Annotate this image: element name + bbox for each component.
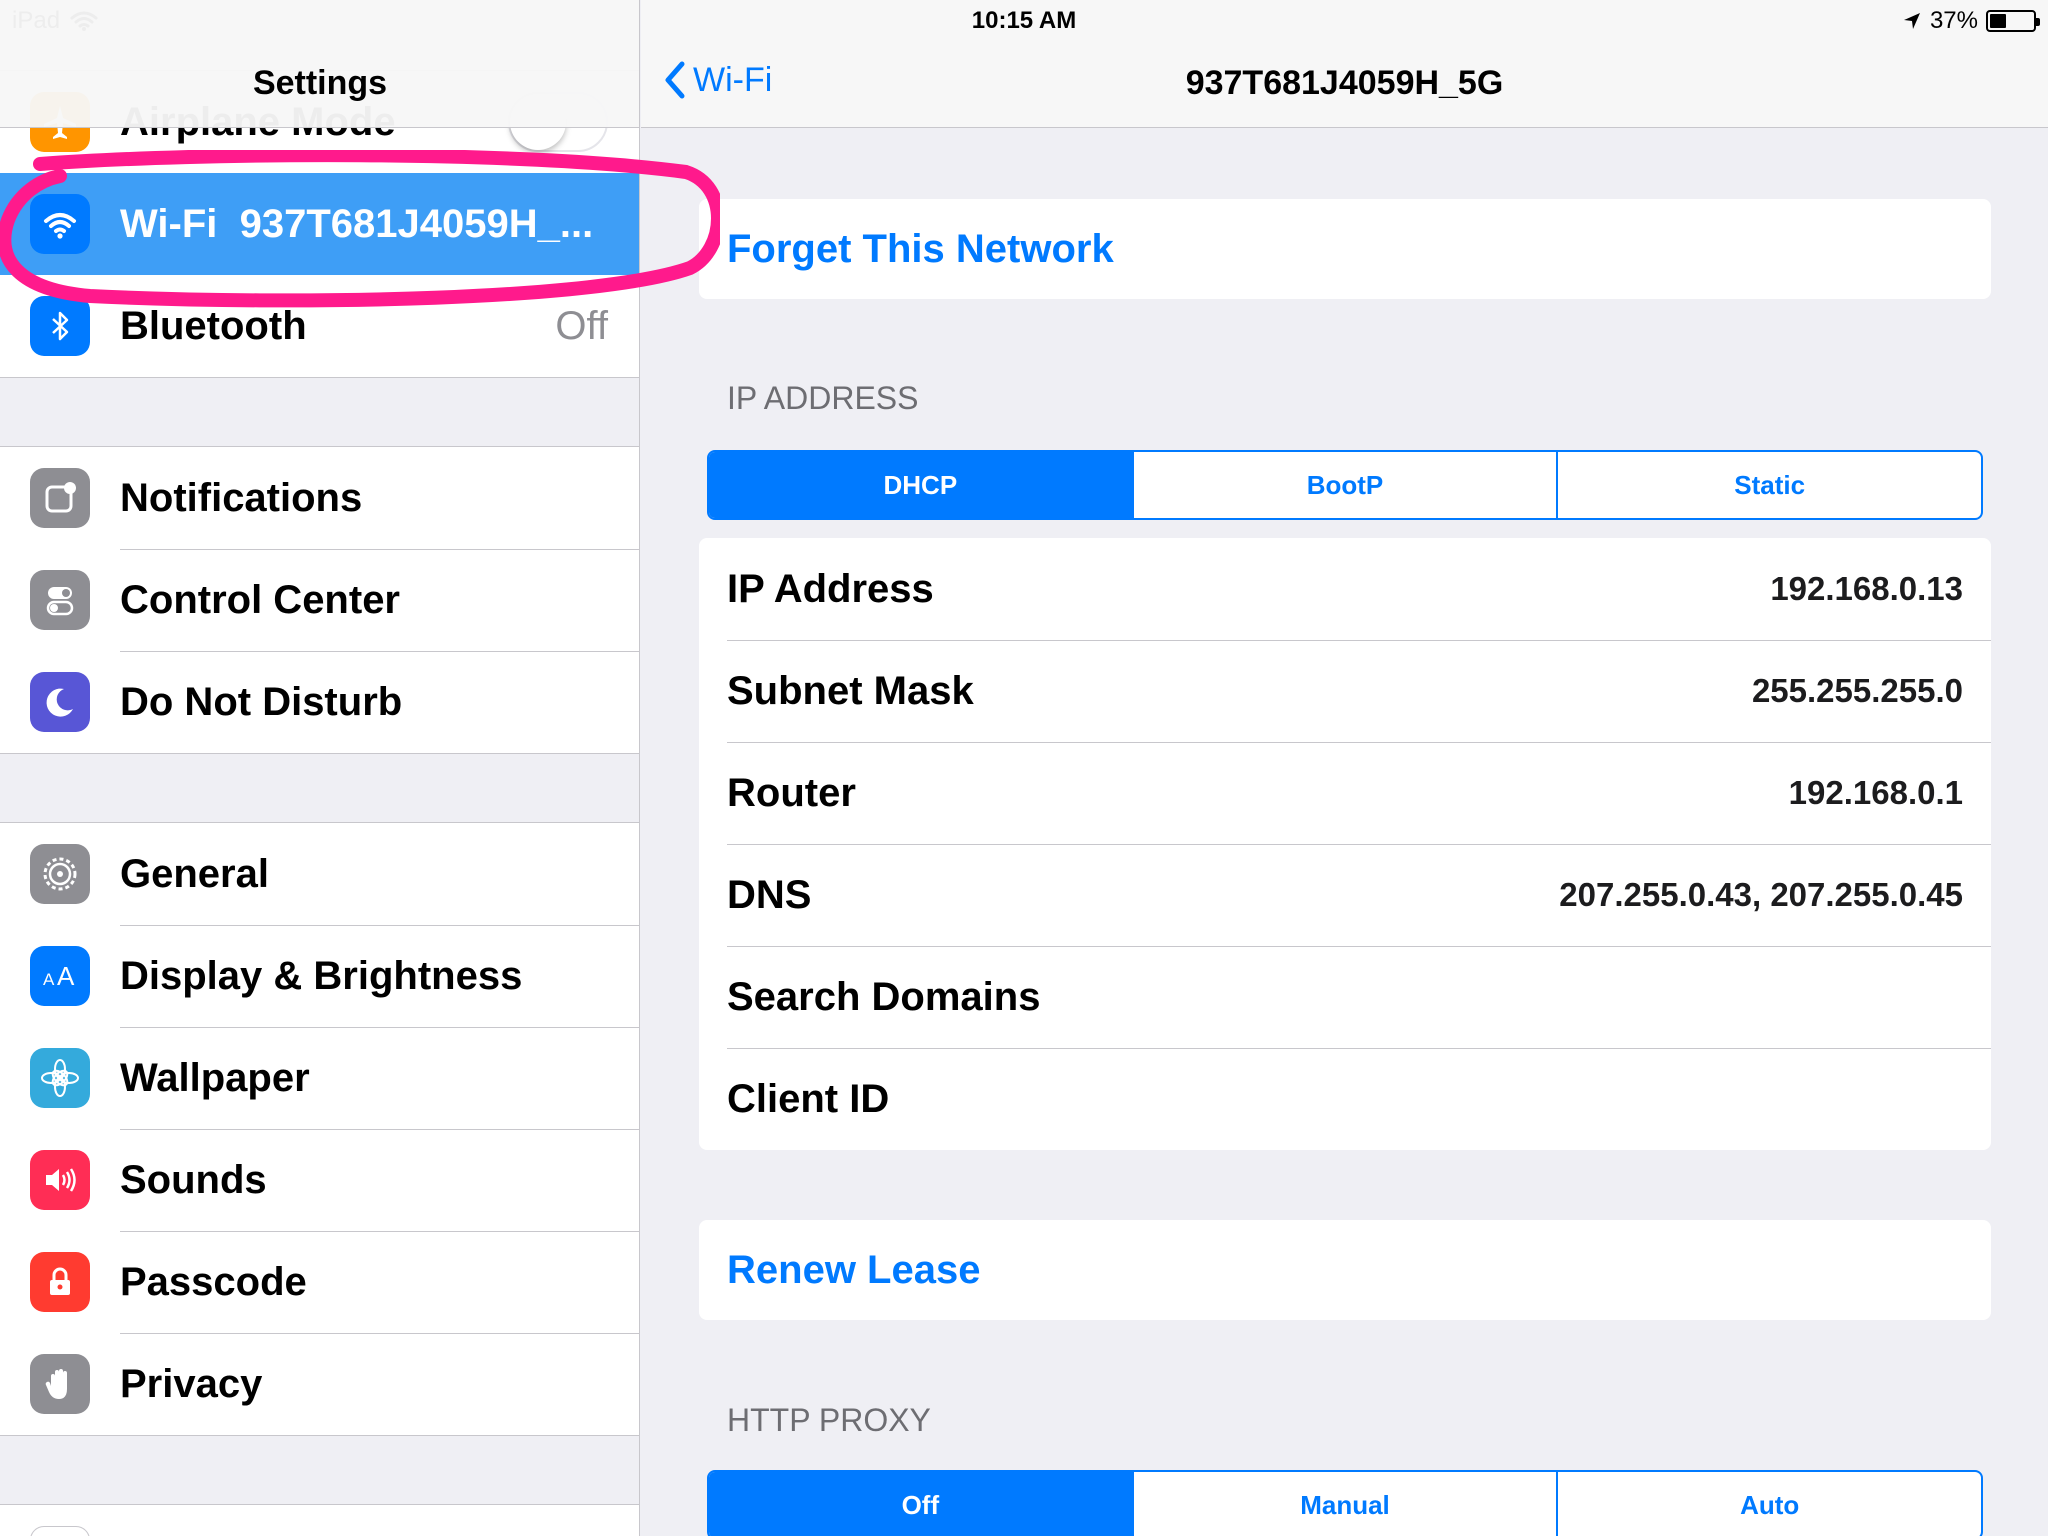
row-value: 192.168.0.13: [1770, 570, 1963, 607]
sidebar-group-notifications: Notifications Control Center Do Not Dist…: [0, 446, 639, 754]
location-arrow-icon: [1903, 13, 1920, 29]
router-row: Router 192.168.0.1: [699, 742, 1991, 844]
sidebar-item-label: Privacy: [120, 1361, 263, 1406]
wifi-network-value: 937T681J4059H_...: [239, 201, 594, 246]
renew-lease-button[interactable]: Renew Lease: [699, 1220, 1991, 1320]
gear-icon: [30, 844, 90, 904]
segment-proxy-off[interactable]: Off: [709, 1472, 1132, 1536]
sidebar-item-control-center[interactable]: Control Center: [0, 549, 639, 651]
segment-proxy-manual[interactable]: Manual: [1131, 1472, 1557, 1536]
speaker-icon: [30, 1150, 90, 1210]
forget-network-button[interactable]: Forget This Network: [699, 199, 1991, 299]
subnet-mask-row: Subnet Mask 255.255.255.0: [699, 640, 1991, 742]
svg-text:A: A: [57, 961, 75, 991]
ip-address-section-header: IP ADDRESS: [727, 380, 919, 416]
row-label: Subnet Mask: [727, 668, 974, 713]
sidebar-item-label: Do Not Disturb: [120, 679, 403, 724]
sidebar-item-wallpaper[interactable]: Wallpaper: [0, 1027, 639, 1129]
row-label: Router: [727, 770, 856, 815]
row-value: 255.255.255.0: [1751, 672, 1963, 709]
sidebar-item-bluetooth[interactable]: Bluetooth Off: [0, 275, 639, 377]
dns-row: DNS 207.255.0.43, 207.255.0.45: [699, 844, 1991, 946]
text-size-icon: AA: [30, 946, 90, 1006]
hand-icon: [30, 1354, 90, 1414]
row-value: 207.255.0.43, 207.255.0.45: [1559, 876, 1963, 913]
sidebar-item-display-brightness[interactable]: AA Display & Brightness: [0, 925, 639, 1027]
ip-address-row: IP Address 192.168.0.13: [699, 538, 1991, 640]
sidebar-item-passcode[interactable]: Passcode: [0, 1231, 639, 1333]
forget-network-card: Forget This Network: [699, 199, 1991, 299]
sidebar-item-label: Notifications: [120, 475, 363, 520]
search-domains-row[interactable]: Search Domains: [699, 946, 1991, 1048]
bluetooth-status-value: Off: [555, 303, 608, 348]
sidebar-item-privacy[interactable]: Privacy: [0, 1333, 639, 1435]
segment-proxy-auto[interactable]: Auto: [1556, 1472, 1981, 1536]
row-label: Search Domains: [727, 974, 1041, 1019]
ip-details-card: IP Address 192.168.0.13 Subnet Mask 255.…: [699, 538, 1991, 1150]
sidebar-item-notifications[interactable]: Notifications: [0, 447, 639, 549]
segment-bootp[interactable]: BootP: [1131, 452, 1557, 518]
row-label: DNS: [727, 872, 812, 917]
row-value: 192.168.0.1: [1788, 774, 1963, 811]
client-id-row[interactable]: Client ID: [699, 1048, 1991, 1150]
settings-sidebar: Airplane Mode Wi-Fi 937T681J4059H_... Bl…: [0, 0, 640, 1536]
wifi-network-detail: Wi-Fi 937T681J4059H_5G Forget This Netwo…: [641, 0, 2048, 1536]
sidebar-item-wifi[interactable]: Wi-Fi 937T681J4059H_...: [0, 173, 639, 275]
notifications-icon: [30, 468, 90, 528]
sidebar-item-do-not-disturb[interactable]: Do Not Disturb: [0, 651, 639, 753]
sidebar-item-label: Wallpaper: [120, 1055, 310, 1100]
moon-icon: [30, 672, 90, 732]
sidebar-item-sounds[interactable]: Sounds: [0, 1129, 639, 1231]
wifi-icon: [30, 194, 90, 254]
http-proxy-section-header: HTTP PROXY: [727, 1402, 931, 1438]
sidebar-title: Settings: [252, 64, 388, 102]
segment-static[interactable]: Static: [1556, 452, 1981, 518]
row-label: IP Address: [727, 566, 934, 611]
lock-icon: [30, 1252, 90, 1312]
sidebar-item-icloud[interactable]: iCloud: [0, 1505, 639, 1536]
sidebar-group-general: General AA Display & Brightness Wallpape…: [0, 822, 639, 1436]
sidebar-item-label: Display & Brightness: [120, 953, 523, 998]
battery-icon: [1986, 10, 2040, 32]
ip-mode-segmented-control[interactable]: DHCP BootP Static: [707, 450, 1983, 520]
flower-icon: [30, 1048, 90, 1108]
sidebar-item-label: Passcode: [120, 1259, 307, 1304]
bluetooth-icon: [30, 296, 90, 356]
sidebar-item-label: Wi-Fi 937T681J4059H_...: [120, 201, 594, 246]
renew-lease-card: Renew Lease: [699, 1220, 1991, 1320]
status-right: 37%: [1902, 7, 2040, 35]
icloud-icon: [30, 1526, 90, 1536]
proxy-mode-segmented-control[interactable]: Off Manual Auto: [707, 1470, 1983, 1536]
battery-percent: 37%: [1929, 7, 1978, 34]
row-label: Client ID: [727, 1076, 890, 1121]
sidebar-item-label: Control Center: [120, 577, 400, 622]
svg-text:A: A: [43, 970, 55, 989]
sidebar-item-general[interactable]: General: [0, 823, 639, 925]
sidebar-group-accounts: iCloud: [0, 1504, 639, 1536]
page-title: 937T681J4059H_5G: [1185, 64, 1504, 102]
sidebar-item-label: Bluetooth: [120, 303, 307, 348]
sidebar-item-label: General: [120, 851, 269, 896]
segment-dhcp[interactable]: DHCP: [709, 452, 1132, 518]
sidebar-header: Settings: [0, 0, 639, 128]
sidebar-item-label: Sounds: [120, 1157, 267, 1202]
control-center-icon: [30, 570, 90, 630]
